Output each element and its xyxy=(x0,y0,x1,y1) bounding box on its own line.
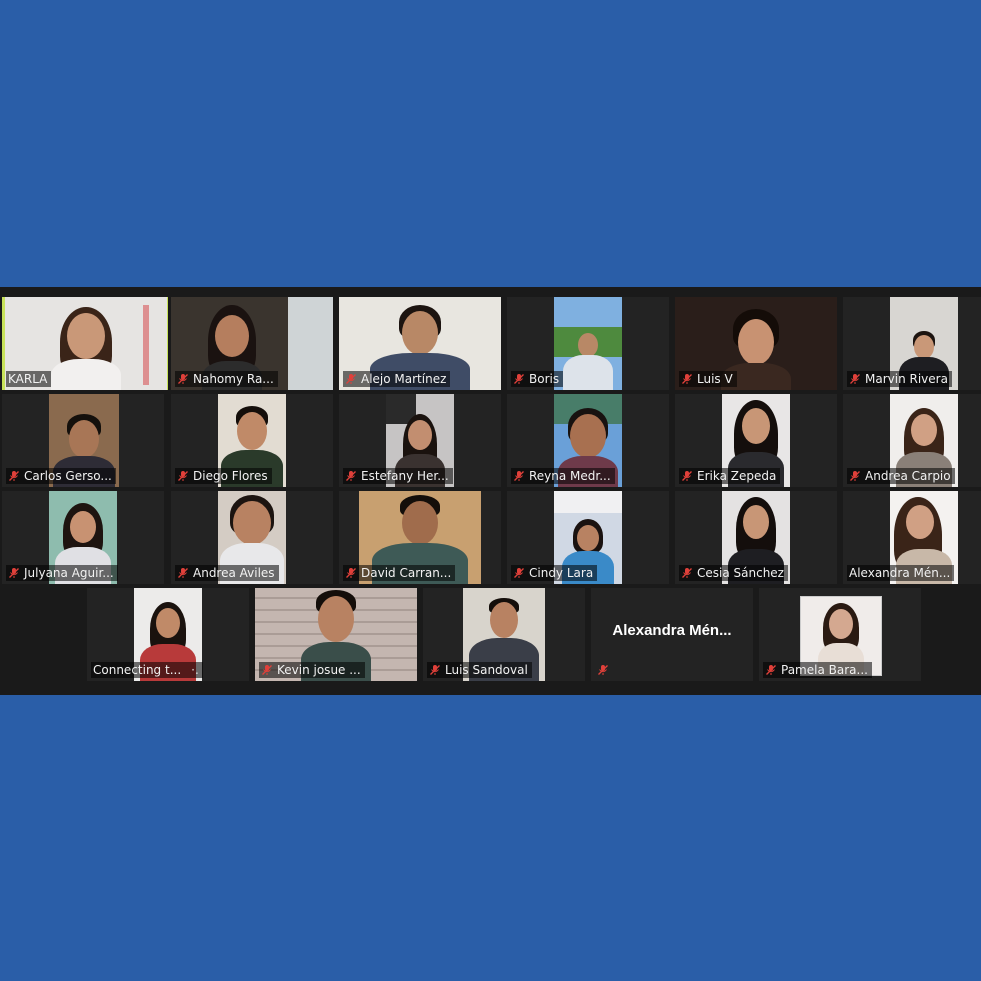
muted-mic-icon xyxy=(8,470,20,482)
participant-tile[interactable]: Andrea Carpio xyxy=(843,394,981,487)
muted-mic-icon xyxy=(177,470,189,482)
muted-mic-icon xyxy=(681,470,693,482)
participant-tile[interactable]: Estefany Her... xyxy=(339,394,501,487)
participant-name: Alejo Martínez xyxy=(361,372,447,386)
participant-name-label: Boris xyxy=(511,371,564,387)
participant-name-label: Nahomy Ra... xyxy=(175,371,278,387)
muted-mic-icon xyxy=(429,664,441,676)
participant-name-label: Diego Flores xyxy=(175,468,272,484)
connecting-indicator: ·. xyxy=(191,663,199,677)
participant-tile[interactable]: Connecting t... ·. xyxy=(87,588,249,681)
participant-name: Alexandra Mén... xyxy=(849,566,951,580)
muted-mic-icon xyxy=(261,664,273,676)
participant-tile-karla[interactable]: KARLA xyxy=(2,297,168,390)
participant-name-label: Andrea Aviles xyxy=(175,565,279,581)
participant-name: Julyana Aguir... xyxy=(24,566,114,580)
participant-name: Reyna Medr... xyxy=(529,469,611,483)
participant-name: KARLA xyxy=(8,372,48,386)
participant-tile[interactable]: Carlos Gerso... xyxy=(2,394,164,487)
participant-name: Nahomy Ra... xyxy=(193,372,274,386)
muted-mic-icon xyxy=(849,470,861,482)
participant-name: Marvin Rivera xyxy=(865,372,948,386)
muted-mic-icon xyxy=(681,567,693,579)
participant-tile[interactable]: Diego Flores xyxy=(171,394,333,487)
participant-name: Luis V xyxy=(697,372,733,386)
participant-name-label xyxy=(595,662,613,678)
participant-name-label: Luis Sandoval xyxy=(427,662,532,678)
participant-name-label: Erika Zepeda xyxy=(679,468,781,484)
participant-name-label: David Carran... xyxy=(343,565,456,581)
muted-mic-icon xyxy=(345,470,357,482)
video-feed xyxy=(554,297,622,390)
participant-tile[interactable]: Nahomy Ra... xyxy=(171,297,333,390)
participant-name-label: KARLA xyxy=(6,371,52,387)
gallery-view: KARLA Nahomy Ra... Alejo Martínez Boris … xyxy=(0,287,981,695)
muted-mic-icon xyxy=(345,373,357,385)
participant-name: Cesia Sánchez xyxy=(697,566,784,580)
participant-tile[interactable]: Cesia Sánchez xyxy=(675,491,837,584)
participant-name-label: Alexandra Mén... xyxy=(847,565,955,581)
participant-name: Kevin josue ... xyxy=(277,663,361,677)
participant-name-label: Reyna Medr... xyxy=(511,468,615,484)
participant-name-label: Estefany Her... xyxy=(343,468,453,484)
participant-tile[interactable]: Julyana Aguir... xyxy=(2,491,164,584)
participant-name-label: Cindy Lara xyxy=(511,565,598,581)
participant-name-label: Luis V xyxy=(679,371,737,387)
participant-name: Diego Flores xyxy=(193,469,268,483)
participant-display-name: Alexandra Mén... xyxy=(612,622,732,639)
participant-tile[interactable]: Kevin josue ... xyxy=(255,588,417,681)
participant-tile[interactable]: Alexandra Mén... xyxy=(843,491,981,584)
participant-name-label: Pamela Bara... xyxy=(763,662,872,678)
participant-name: Andrea Carpio xyxy=(865,469,951,483)
participant-tile[interactable]: Alexandra Mén... xyxy=(591,588,753,681)
participant-name: Erika Zepeda xyxy=(697,469,777,483)
participant-tile[interactable]: Erika Zepeda xyxy=(675,394,837,487)
participant-tile[interactable]: Cindy Lara xyxy=(507,491,669,584)
muted-mic-icon xyxy=(849,373,861,385)
participant-name-label: Kevin josue ... xyxy=(259,662,365,678)
participant-tile[interactable]: Andrea Aviles xyxy=(171,491,333,584)
participant-name-label: Carlos Gerso... xyxy=(6,468,116,484)
muted-mic-icon xyxy=(513,373,525,385)
participant-name: David Carran... xyxy=(361,566,452,580)
participant-tile[interactable]: Alejo Martínez xyxy=(339,297,501,390)
muted-mic-icon xyxy=(513,567,525,579)
participant-tile[interactable]: Boris xyxy=(507,297,669,390)
participant-tile[interactable]: Marvin Rivera xyxy=(843,297,981,390)
participant-name: Estefany Her... xyxy=(361,469,449,483)
participant-name-label: Andrea Carpio xyxy=(847,468,955,484)
participant-name: Boris xyxy=(529,372,560,386)
participant-name-label: Marvin Rivera xyxy=(847,371,952,387)
muted-mic-icon xyxy=(177,373,189,385)
participant-name: Pamela Bara... xyxy=(781,663,868,677)
muted-mic-icon xyxy=(765,664,777,676)
muted-mic-icon xyxy=(8,567,20,579)
muted-mic-icon xyxy=(681,373,693,385)
participant-name: Luis Sandoval xyxy=(445,663,528,677)
participant-name: Carlos Gerso... xyxy=(24,469,112,483)
muted-mic-icon xyxy=(177,567,189,579)
participant-name-label: Alejo Martínez xyxy=(343,371,451,387)
muted-mic-icon xyxy=(345,567,357,579)
participant-tile[interactable]: David Carran... xyxy=(339,491,501,584)
participant-tile[interactable]: Reyna Medr... xyxy=(507,394,669,487)
muted-mic-icon xyxy=(597,664,609,676)
participant-name: Cindy Lara xyxy=(529,566,594,580)
participant-name: Andrea Aviles xyxy=(193,566,275,580)
participant-tile[interactable]: Pamela Bara... xyxy=(759,588,921,681)
participant-tile[interactable]: Luis Sandoval xyxy=(423,588,585,681)
participant-name-label: Julyana Aguir... xyxy=(6,565,118,581)
screenshot-root: { "meeting": { "participants": [ {"name"… xyxy=(0,0,981,981)
participant-name: Connecting t... xyxy=(93,663,182,677)
participant-name-label: Cesia Sánchez xyxy=(679,565,788,581)
muted-mic-icon xyxy=(513,470,525,482)
participant-name-label: Connecting t... ·. xyxy=(91,662,203,678)
participant-tile[interactable]: Luis V xyxy=(675,297,837,390)
